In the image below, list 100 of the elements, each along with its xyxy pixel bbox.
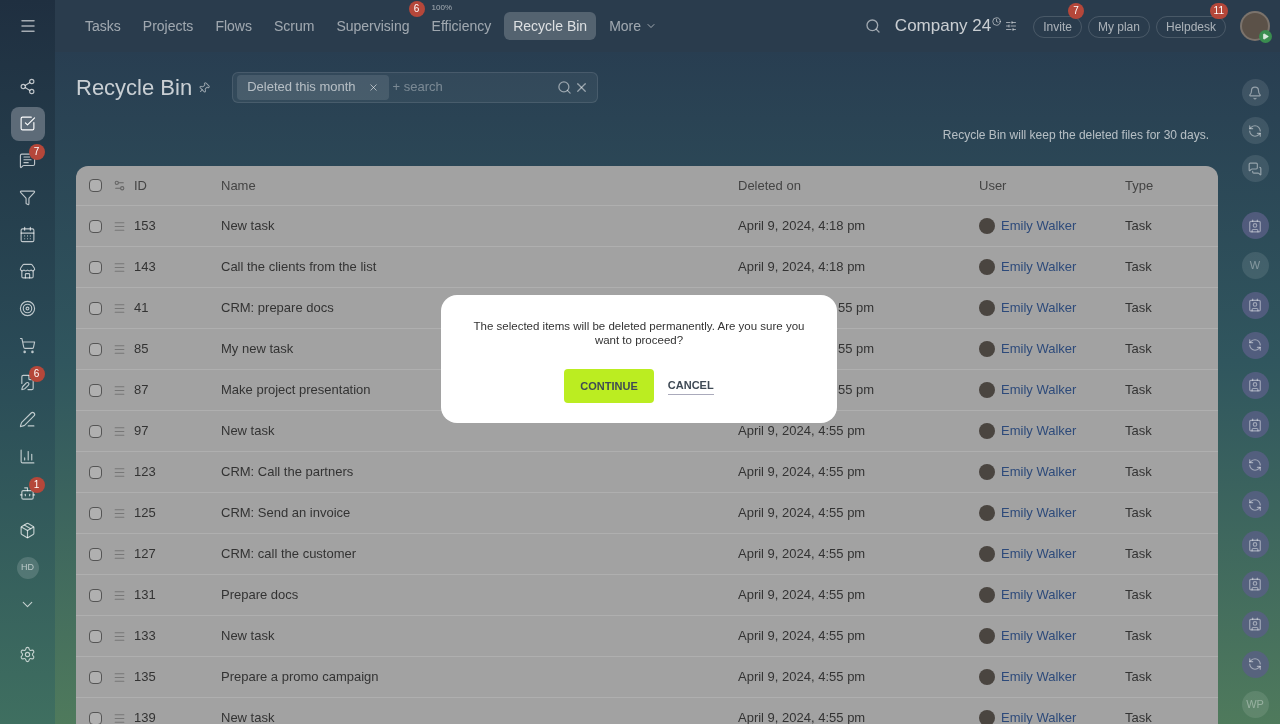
chat-avatar[interactable]: W bbox=[1241, 251, 1269, 279]
drag-handle-icon[interactable] bbox=[113, 465, 126, 479]
drag-handle-icon[interactable] bbox=[113, 342, 126, 356]
nav-tab[interactable]: Scrum bbox=[264, 12, 324, 40]
table-cell-text: Task bbox=[1125, 299, 1152, 318]
chat-avatar[interactable] bbox=[1241, 531, 1269, 559]
table-cell: CRM: call the customer bbox=[221, 546, 357, 562]
drag-handle-icon[interactable] bbox=[113, 424, 126, 438]
chat-avatar[interactable] bbox=[1241, 570, 1269, 598]
menu-icon[interactable] bbox=[18, 17, 37, 35]
column-header[interactable]: Deleted on bbox=[738, 175, 979, 196]
nav-tab[interactable]: More bbox=[600, 12, 667, 40]
chat-avatar[interactable] bbox=[1241, 331, 1269, 359]
checkbox[interactable] bbox=[89, 383, 102, 397]
search-icon[interactable] bbox=[864, 18, 881, 34]
cancel-button[interactable]: CANCEL bbox=[667, 377, 714, 395]
table-cell-text: Task bbox=[1125, 504, 1152, 523]
initials-avatar[interactable]: HD bbox=[16, 556, 39, 579]
funnel-icon bbox=[19, 189, 36, 206]
chat-avatar[interactable] bbox=[1241, 371, 1269, 399]
user-avatar bbox=[979, 710, 995, 724]
drag-handle-icon[interactable] bbox=[113, 506, 126, 520]
drag-handle-icon[interactable] bbox=[113, 670, 126, 684]
checkbox[interactable] bbox=[89, 301, 102, 315]
checkbox[interactable] bbox=[89, 260, 102, 274]
drag-handle-icon[interactable] bbox=[113, 547, 126, 561]
user-link[interactable]: Emily Walker bbox=[1001, 626, 1077, 646]
user-link[interactable]: Emily Walker bbox=[1001, 462, 1077, 482]
drag-handle-icon[interactable] bbox=[113, 588, 126, 602]
checkbox[interactable] bbox=[89, 711, 102, 724]
nav-tab[interactable]: Tasks bbox=[76, 12, 130, 40]
sidebar-item[interactable] bbox=[10, 106, 45, 141]
refresh-icon bbox=[1248, 338, 1262, 353]
checkbox[interactable] bbox=[89, 342, 102, 356]
sidebar-item[interactable]: 7 bbox=[10, 143, 45, 178]
column-header[interactable]: ID bbox=[134, 175, 221, 196]
chat-avatar[interactable] bbox=[1241, 212, 1269, 240]
user-avatar bbox=[979, 341, 995, 357]
drag-handle-icon[interactable] bbox=[113, 301, 126, 315]
filter-tag[interactable]: Deleted this month bbox=[237, 74, 389, 100]
tool-button[interactable] bbox=[1241, 79, 1269, 107]
user-avatar bbox=[979, 259, 995, 275]
chat-avatar[interactable] bbox=[1241, 610, 1269, 638]
drag-handle-icon[interactable] bbox=[113, 383, 126, 397]
column-header[interactable]: Name bbox=[221, 175, 738, 196]
checkbox[interactable] bbox=[89, 588, 102, 602]
user-avatar[interactable] bbox=[1240, 11, 1270, 41]
search-icon[interactable] bbox=[557, 79, 573, 95]
user-link[interactable]: Emily Walker bbox=[1001, 380, 1077, 400]
drag-handle-icon[interactable] bbox=[113, 629, 126, 643]
checkbox[interactable] bbox=[89, 670, 102, 684]
continue-button[interactable]: CONTINUE bbox=[564, 369, 654, 403]
user-link[interactable]: Emily Walker bbox=[1001, 339, 1077, 359]
user-avatar bbox=[979, 300, 995, 316]
user-link[interactable]: Emily Walker bbox=[1001, 585, 1077, 605]
nav-tab[interactable]: Efficiency bbox=[422, 12, 501, 40]
search-field[interactable]: Deleted this month + search bbox=[232, 71, 599, 103]
contact-icon bbox=[1248, 298, 1262, 313]
user-link[interactable]: Emily Walker bbox=[1001, 421, 1077, 441]
user-link[interactable]: Emily Walker bbox=[1001, 257, 1077, 277]
store-icon bbox=[19, 263, 36, 280]
drag-handle-icon[interactable] bbox=[113, 711, 126, 724]
drag-handle-icon[interactable] bbox=[113, 219, 126, 233]
chat-avatar[interactable] bbox=[1241, 491, 1269, 519]
chat-avatar[interactable] bbox=[1241, 411, 1269, 439]
sliders-icon[interactable] bbox=[1005, 20, 1018, 32]
nav-tab[interactable]: Recycle Bin bbox=[504, 12, 597, 40]
column-header[interactable]: User bbox=[979, 175, 1125, 196]
user-link[interactable]: Emily Walker bbox=[1001, 503, 1077, 523]
column-header[interactable]: Type bbox=[1125, 175, 1154, 196]
tool-button[interactable] bbox=[1241, 155, 1269, 183]
tool-button[interactable] bbox=[1241, 117, 1269, 145]
checkbox[interactable] bbox=[89, 465, 102, 479]
chat-avatar[interactable] bbox=[1241, 650, 1269, 678]
table-cell: April 9, 2024, 4:55 pm bbox=[738, 628, 866, 644]
checkbox[interactable] bbox=[89, 424, 102, 438]
sidebar-item[interactable]: 1 bbox=[10, 476, 45, 511]
checkbox[interactable] bbox=[89, 547, 102, 561]
card-icon bbox=[19, 152, 36, 169]
gear-icon[interactable] bbox=[113, 179, 126, 192]
checkbox[interactable] bbox=[89, 219, 102, 233]
nav-tab[interactable]: Projects bbox=[133, 12, 203, 40]
checkbox[interactable] bbox=[89, 506, 102, 520]
share-icon bbox=[19, 78, 36, 95]
table-cell: CRM: prepare docs bbox=[221, 300, 334, 316]
chat-avatar[interactable] bbox=[1241, 291, 1269, 319]
checkbox[interactable] bbox=[89, 629, 102, 643]
count-badge: 1 bbox=[28, 476, 45, 493]
nav-tab[interactable]: Flows bbox=[206, 12, 261, 40]
user-link[interactable]: Emily Walker bbox=[1001, 216, 1077, 236]
table-cell-text: Task bbox=[1125, 463, 1152, 482]
user-link[interactable]: Emily Walker bbox=[1001, 298, 1077, 318]
chat-avatar[interactable] bbox=[1241, 451, 1269, 479]
table-cell: 55 pm bbox=[838, 382, 875, 398]
sidebar-item[interactable]: 6 bbox=[10, 365, 45, 400]
user-link[interactable]: Emily Walker bbox=[1001, 544, 1077, 564]
user-link[interactable]: Emily Walker bbox=[1001, 667, 1077, 687]
bell-icon bbox=[1248, 85, 1262, 100]
checkbox[interactable] bbox=[89, 179, 102, 192]
drag-handle-icon[interactable] bbox=[113, 260, 126, 274]
